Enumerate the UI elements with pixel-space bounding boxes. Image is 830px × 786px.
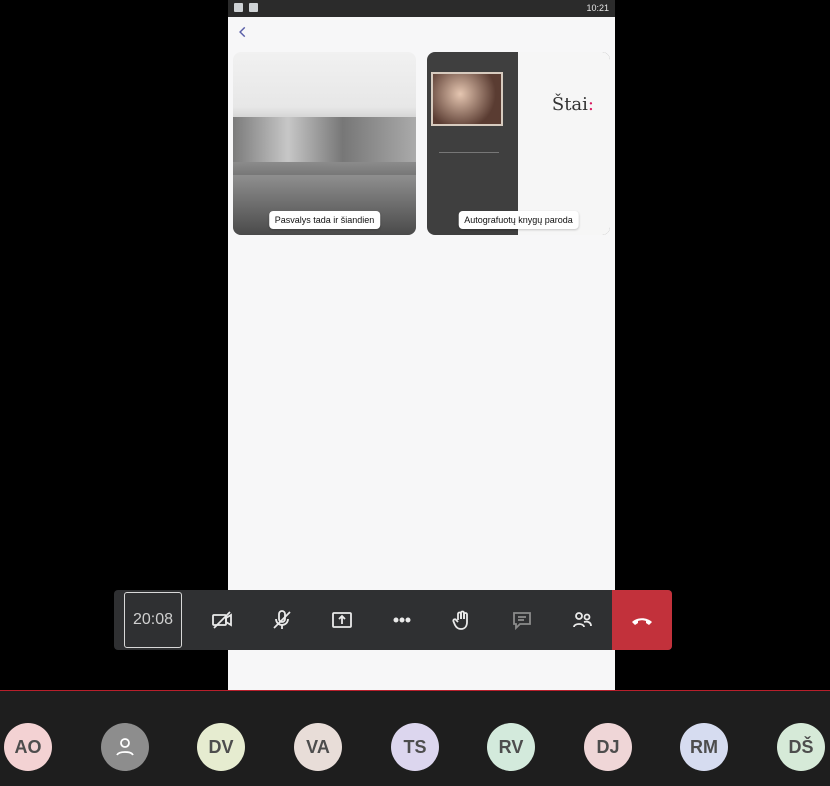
more-options-button[interactable] <box>372 590 432 650</box>
raise-hand-icon <box>452 610 468 630</box>
back-button[interactable] <box>231 20 255 44</box>
book-title: Štai: <box>551 94 594 115</box>
participants-button[interactable] <box>552 590 612 650</box>
raise-hand-button[interactable] <box>432 590 492 650</box>
share-screen-icon <box>332 612 352 628</box>
card-label: Autografuotų knygų paroda <box>458 211 579 229</box>
status-bar: 10:21 <box>228 0 615 17</box>
photo-buildings <box>233 117 416 162</box>
status-time: 10:21 <box>586 3 609 13</box>
book-portrait-image <box>431 72 503 126</box>
participant-avatar-ao[interactable]: AO <box>4 723 52 771</box>
shared-screen: 10:21 Pasvalys tada ir šiandien Štai: Au… <box>228 0 615 690</box>
mic-off-icon <box>273 610 291 629</box>
card-autografuotu[interactable]: Štai: Autografuotų knygų paroda <box>427 52 610 235</box>
chat-button[interactable] <box>492 590 552 650</box>
book-right-page <box>518 52 610 235</box>
mic-toggle-button[interactable] <box>252 590 312 650</box>
participants-icon <box>573 612 592 628</box>
more-icon <box>393 617 411 623</box>
share-screen-button[interactable] <box>312 590 372 650</box>
participant-avatar-ts[interactable]: TS <box>391 723 439 771</box>
book-text-lines <box>439 152 499 203</box>
hang-up-icon <box>632 618 652 625</box>
participant-avatar-rm[interactable]: RM <box>680 723 728 771</box>
card-pasvalys[interactable]: Pasvalys tada ir šiandien <box>233 52 416 235</box>
participant-avatar-ds[interactable]: DŠ <box>777 723 825 771</box>
participant-avatar-unknown[interactable] <box>101 723 149 771</box>
chat-icon <box>513 612 531 631</box>
call-timer: 20:08 <box>124 592 182 648</box>
person-icon <box>116 738 134 756</box>
participant-avatar-dj[interactable]: DJ <box>584 723 632 771</box>
camera-toggle-button[interactable] <box>192 590 252 650</box>
participant-avatar-dv[interactable]: DV <box>197 723 245 771</box>
chevron-left-icon <box>239 26 246 38</box>
card-label: Pasvalys tada ir šiandien <box>268 211 381 229</box>
hang-up-button[interactable] <box>612 590 672 650</box>
participant-avatar-va[interactable]: VA <box>294 723 342 771</box>
call-toolbar: 20:08 <box>114 590 672 650</box>
participants-bar: AO DV VA TS RV DJ RM DŠ <box>0 690 830 786</box>
participant-avatar-rv[interactable]: RV <box>487 723 535 771</box>
notification-icon <box>234 3 243 12</box>
app-icon <box>249 3 258 12</box>
camera-off-icon <box>212 611 232 629</box>
